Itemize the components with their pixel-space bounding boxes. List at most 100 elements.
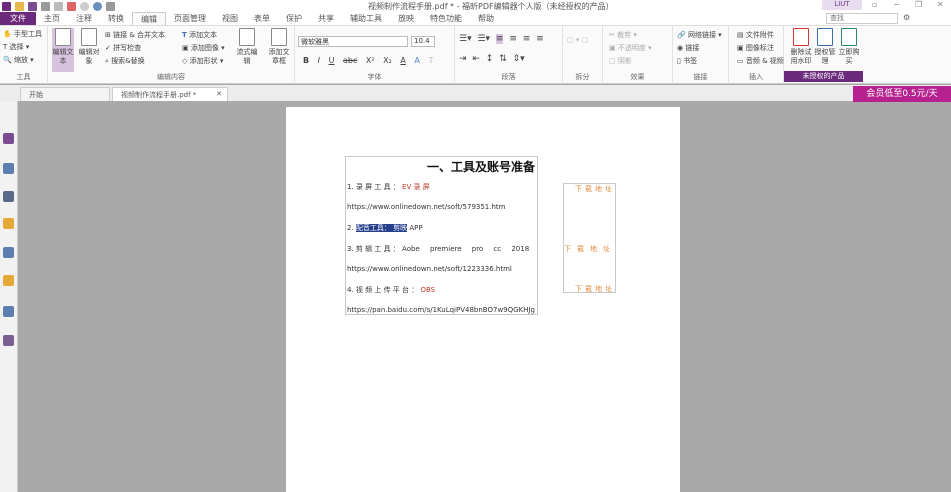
hand-tool[interactable]: ✋ 手型工具 <box>3 29 42 39</box>
remove-watermark-icon <box>793 28 809 46</box>
user-name[interactable]: LIUT <box>822 0 862 10</box>
comments-icon[interactable] <box>3 218 14 229</box>
text-line-7[interactable]: https://pan.baidu.com/s/1KuLqiPV48bnBO7w… <box>347 306 535 314</box>
add-image-button[interactable]: ▣ 添加图像 ▾ <box>182 43 225 53</box>
hand-icon[interactable] <box>106 1 115 11</box>
text-line-4[interactable]: 3. 剪 辑 工 具 ： Aobe premiere pro cc 2018 <box>347 244 537 254</box>
shadow-button[interactable]: ▢ 阴影 <box>609 56 632 66</box>
menu-protect[interactable]: 保护 <box>278 12 310 25</box>
attachments-icon[interactable] <box>3 247 14 258</box>
close-tab-icon[interactable]: ✕ <box>216 90 222 98</box>
image-annotation-button[interactable]: ▣ 图像标注 <box>737 43 774 53</box>
cart-icon <box>841 28 857 46</box>
security-lock-icon[interactable] <box>3 275 14 286</box>
group-label: 工具 <box>16 73 31 81</box>
left-navigation-panel <box>0 101 18 492</box>
strikethrough-button[interactable]: abc <box>343 56 357 65</box>
split-button[interactable]: ▢ ▾ ▢ <box>567 36 588 44</box>
vip-promo-banner[interactable]: 会员低至0.5元/天 <box>853 86 951 102</box>
email-icon[interactable] <box>54 1 63 11</box>
bookmarks-icon[interactable] <box>3 163 14 174</box>
remove-watermark-button[interactable]: 删除试用水印 <box>789 28 813 66</box>
add-shape-button[interactable]: ◇ 添加形状 ▾ <box>182 56 223 66</box>
buy-now-button[interactable]: 立即购买 <box>838 28 860 66</box>
add-article-box-button[interactable]: 添加文章框 <box>266 28 292 66</box>
paragraph-buttons[interactable]: ☰▾ ☰▾ ≡ ≡ ≡ ≡ <box>459 34 544 44</box>
opacity-button[interactable]: ▣ 不透明度 ▾ <box>609 43 652 53</box>
text-style-button[interactable]: T <box>428 56 433 65</box>
web-link-button[interactable]: 🔗 网络链接 ▾ <box>677 30 722 40</box>
select-tool[interactable]: T 选择 ▾ <box>3 42 29 52</box>
signature-icon[interactable] <box>3 335 14 346</box>
link-merge-button[interactable]: ⊞ 链接 & 合并文本 <box>105 30 165 40</box>
spell-check-button[interactable]: ✓ 拼写检查 <box>105 43 141 53</box>
file-attachment-button[interactable]: ▤ 文件附件 <box>737 30 774 40</box>
menu-file[interactable]: 文件 <box>0 12 36 25</box>
font-color-button[interactable]: A <box>400 56 405 65</box>
text-line-6[interactable]: 4. 视 频 上 传 平 台 ： OBS <box>347 285 435 295</box>
license-manage-button[interactable]: 授权管理 <box>814 28 836 66</box>
menu-home[interactable]: 主页 <box>36 12 68 25</box>
menu-accessibility[interactable]: 辅助工具 <box>342 12 390 25</box>
menu-slideshow[interactable]: 放映 <box>390 12 422 25</box>
close-icon[interactable]: ✕ <box>937 0 944 9</box>
underline-button[interactable]: U <box>329 56 335 65</box>
text-line-2[interactable]: https://www.onlinedown.net/soft/579351.h… <box>347 203 505 211</box>
minimize-icon[interactable]: − <box>893 0 900 9</box>
highlight-button[interactable]: A <box>414 56 419 65</box>
menu-form[interactable]: 表单 <box>246 12 278 25</box>
superscript-button[interactable]: X² <box>366 56 375 65</box>
content-icon[interactable] <box>3 306 14 317</box>
ribbon-toggle-icon[interactable]: ▫ <box>872 0 877 9</box>
maximize-icon[interactable]: ❐ <box>915 0 922 9</box>
indent-buttons[interactable]: ⇥ ⇤ ↕ ⇅ ⇕▾ <box>459 54 525 64</box>
text-line-1[interactable]: 1. 录 屏 工 具 ： EV 录 屏 <box>347 182 430 192</box>
text-line-3[interactable]: 2. 配音工具： 剪映 APP <box>347 223 423 233</box>
text-line-5[interactable]: https://www.onlinedown.net/soft/1223336.… <box>347 265 512 273</box>
menu-edit[interactable]: 编辑 <box>132 12 166 25</box>
crop-button[interactable]: ✂ 裁剪 ▾ <box>609 30 637 40</box>
layers-icon[interactable] <box>3 191 14 202</box>
menu-share[interactable]: 共享 <box>310 12 342 25</box>
redo-icon[interactable] <box>93 1 102 11</box>
print-icon[interactable] <box>41 1 50 11</box>
link-button[interactable]: ◉ 链接 <box>677 43 699 53</box>
open-icon[interactable] <box>15 1 24 11</box>
zoom-tool[interactable]: 🔍 缩放 ▾ <box>3 55 34 65</box>
add-text-button[interactable]: T 添加文本 <box>182 30 217 40</box>
bookmark-button[interactable]: ▯ 书签 <box>677 56 697 66</box>
menu-features[interactable]: 特色功能 <box>422 12 470 25</box>
flow-edit-button[interactable]: 流式编辑 <box>236 28 258 66</box>
save-icon[interactable] <box>28 1 37 11</box>
menu-help[interactable]: 帮助 <box>470 12 502 25</box>
menu-convert[interactable]: 转换 <box>100 12 132 25</box>
tab-document[interactable]: 视频制作流程手册.pdf * ✕ <box>112 87 228 101</box>
menu-view[interactable]: 视图 <box>214 12 246 25</box>
group-font: 字体 <box>295 26 455 84</box>
download-text-box[interactable]: 下载地址 下载地址 下载地址 <box>563 183 616 293</box>
text-edit-box[interactable]: 一、工具及账号准备 1. 录 屏 工 具 ： EV 录 屏 https://ww… <box>345 156 538 315</box>
font-size-select[interactable]: 10.4 <box>411 36 435 47</box>
subscript-button[interactable]: X₂ <box>383 56 392 65</box>
group-label: 编辑内容 <box>157 73 185 81</box>
italic-button[interactable]: I <box>318 56 320 65</box>
edit-object-icon <box>81 28 97 46</box>
search-input[interactable] <box>826 13 898 24</box>
new-icon[interactable] <box>67 1 76 11</box>
unauthorized-product-label: 未授权的产品 <box>784 71 863 82</box>
page-thumbnails-icon[interactable] <box>3 133 14 144</box>
settings-gear-icon[interactable]: ⚙ <box>903 13 910 22</box>
menu-comment[interactable]: 注释 <box>68 12 100 25</box>
edit-object-button[interactable]: 编辑对象 <box>78 28 100 66</box>
audio-video-button[interactable]: ▭ 音频 & 视频 <box>737 56 784 66</box>
bold-button[interactable]: B <box>303 56 309 65</box>
menu-page-manage[interactable]: 页面管理 <box>166 12 214 25</box>
find-replace-button[interactable]: ⌕ 搜索&替换 <box>105 56 145 66</box>
font-family-select[interactable]: 微软雅黑 <box>298 36 408 47</box>
undo-icon[interactable] <box>80 1 89 11</box>
group-label: 字体 <box>367 73 382 81</box>
tab-start[interactable]: 开始 <box>20 87 110 101</box>
group-edit-content: 编辑文本 编辑对象 ⊞ 链接 & 合并文本 ✓ 拼写检查 ⌕ 搜索&替换 T 添… <box>48 26 295 84</box>
edit-text-button[interactable]: 编辑文本 <box>52 28 74 72</box>
document-tabs: 开始 视频制作流程手册.pdf * ✕ <box>0 85 951 101</box>
